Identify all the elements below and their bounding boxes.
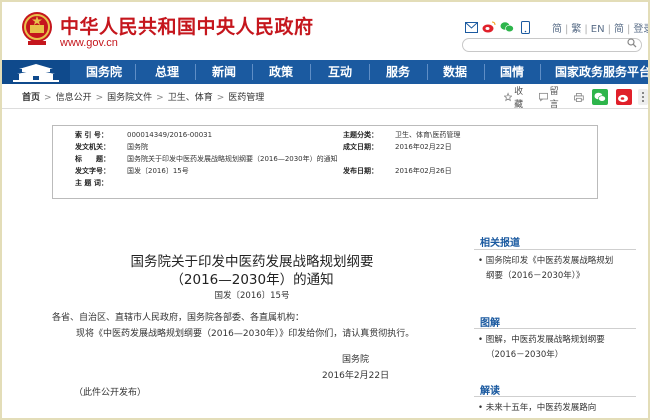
nav-item-state-council[interactable]: 国务院 bbox=[86, 60, 122, 84]
lang-english-link[interactable]: EN bbox=[591, 24, 605, 35]
nav-divider bbox=[427, 64, 428, 80]
info-publish-row: 发布日期： 2016年02月26日 bbox=[343, 167, 452, 175]
wechat-icon[interactable] bbox=[500, 21, 514, 34]
sidebar-graphic-title: 图解 bbox=[480, 318, 500, 329]
site-url: www.gov.cn bbox=[60, 37, 118, 49]
nav-item-gov-service-platform[interactable]: 国家政务服务平台 bbox=[555, 60, 648, 84]
search-icon[interactable] bbox=[627, 38, 637, 48]
sidebar-reading-title: 解读 bbox=[480, 386, 500, 397]
sidebar-graphic-link-line2[interactable]: （2016－2030年） bbox=[486, 348, 563, 360]
nav-item-news[interactable]: 新闻 bbox=[212, 60, 236, 84]
comment-icon[interactable] bbox=[538, 92, 548, 102]
wechat-share-icon[interactable] bbox=[591, 89, 608, 105]
nav-item-policy[interactable]: 政策 bbox=[269, 60, 293, 84]
info-index-row: 索 引 号： 000014349/2016-00031 bbox=[75, 131, 213, 139]
info-subject-row: 主 题 词： bbox=[75, 179, 108, 187]
weibo-icon[interactable] bbox=[482, 21, 496, 34]
article-body: 现将《中医药发展战略规划纲要（2016—2030年）》印发给你们，请认真贯彻执行… bbox=[76, 329, 415, 339]
more-share-icon[interactable] bbox=[637, 89, 648, 105]
national-emblem-icon[interactable] bbox=[20, 10, 54, 48]
sidebar-related-link[interactable]: • 国务院印发《中医药发展战略规划 bbox=[478, 254, 613, 266]
info-date-row: 成文日期： 2016年02月22日 bbox=[343, 143, 452, 151]
nav-item-premier[interactable]: 总理 bbox=[155, 60, 179, 84]
site-title[interactable]: 中华人民共和国中央人民政府 bbox=[60, 12, 314, 39]
nav-divider bbox=[369, 64, 370, 80]
nav-item-national-info[interactable]: 国情 bbox=[500, 60, 524, 84]
language-links: 简|繁|EN|简|登录 bbox=[552, 20, 648, 35]
top-icon-group bbox=[464, 20, 532, 34]
article-signature: 国务院 bbox=[342, 355, 370, 365]
breadcrumb: 首页 > 信息公开 > 国务院文件 > 卫生、体育 > 医药管理 bbox=[22, 93, 265, 103]
breadcrumb-info-public[interactable]: 信息公开 bbox=[56, 93, 92, 103]
favorite-link[interactable]: 收藏 bbox=[514, 84, 529, 110]
info-category-row: 主题分类： 卫生、体育\医药管理 bbox=[343, 131, 461, 139]
article-date: 2016年2月22日 bbox=[322, 371, 390, 381]
breadcrumb-bar: 首页 > 信息公开 > 国务院文件 > 卫生、体育 > 医药管理 收藏 留言 bbox=[2, 86, 648, 110]
site-header: 中华人民共和国中央人民政府 www.gov.cn 简|繁|EN|简|登录 bbox=[2, 2, 648, 60]
weibo-share-icon[interactable] bbox=[615, 89, 632, 105]
article-title-line1: 国务院关于印发中医药发展战略规划纲要 bbox=[130, 254, 374, 270]
sidebar-graphic-link[interactable]: • 图解，中医药发展战略规划纲要 bbox=[478, 333, 605, 345]
search-input[interactable] bbox=[462, 38, 642, 52]
document-info-table: 索 引 号： 000014349/2016-00031 主题分类： 卫生、体育\医药… bbox=[52, 125, 598, 199]
login-link[interactable]: 登录 bbox=[633, 24, 648, 35]
sidebar-related-title: 相关报道 bbox=[480, 238, 520, 249]
print-icon[interactable] bbox=[574, 92, 584, 103]
main-nav: 国务院 总理 新闻 政策 互动 服务 数据 国情 国家政务服务平台 bbox=[2, 60, 648, 84]
nav-home-button[interactable] bbox=[2, 60, 70, 84]
comment-link[interactable]: 留言 bbox=[550, 84, 565, 110]
nav-divider bbox=[252, 64, 253, 80]
article-note: （此件公开发布） bbox=[74, 388, 147, 398]
article-salutation: 各省、自治区、直辖市人民政府，国务院各部委、各直属机构： bbox=[52, 313, 305, 323]
nav-item-service[interactable]: 服务 bbox=[386, 60, 410, 84]
sidebar-related-link-line2[interactable]: 纲要（2016－2030年）》 bbox=[486, 269, 585, 281]
nav-item-interaction[interactable]: 互动 bbox=[328, 60, 352, 84]
mail-icon[interactable] bbox=[464, 21, 478, 34]
info-index-value: 000014349/2016-00031 bbox=[127, 131, 213, 139]
breadcrumb-health-sports[interactable]: 卫生、体育 bbox=[168, 93, 213, 103]
breadcrumb-home[interactable]: 首页 bbox=[22, 93, 40, 103]
sidebar-reading-link[interactable]: • 未来十五年，中医药发展路向 bbox=[478, 401, 596, 413]
share-tools: 收藏 留言 bbox=[504, 87, 648, 110]
info-date-value: 2016年02月22日 bbox=[395, 143, 452, 151]
nav-item-data[interactable]: 数据 bbox=[443, 60, 467, 84]
info-docno-row: 发文字号： 国发〔2016〕15号 bbox=[75, 167, 189, 175]
breadcrumb-state-council-docs[interactable]: 国务院文件 bbox=[107, 93, 152, 103]
article-title-line2: （2016—2030年）的通知 bbox=[170, 272, 334, 288]
nav-divider bbox=[484, 64, 485, 80]
star-icon[interactable] bbox=[504, 92, 513, 102]
info-title-value: 国务院关于印发中医药发展战略规划纲要（2016—2030年）的通知 bbox=[127, 155, 338, 163]
info-category-value: 卫生、体育\医药管理 bbox=[395, 131, 461, 139]
page-frame: 中华人民共和国中央人民政府 www.gov.cn 简|繁|EN|简|登录 bbox=[0, 0, 650, 420]
nav-divider bbox=[310, 64, 311, 80]
lang-simplified-link-2[interactable]: 简 bbox=[614, 24, 624, 35]
mobile-icon[interactable] bbox=[518, 20, 532, 34]
nav-divider bbox=[135, 64, 136, 80]
nav-divider bbox=[195, 64, 196, 80]
breadcrumb-medicine[interactable]: 医药管理 bbox=[228, 93, 264, 103]
info-issuer-row: 发文机关： 国务院 bbox=[75, 143, 148, 151]
nav-divider bbox=[540, 64, 541, 80]
lang-simplified-link[interactable]: 简 bbox=[552, 24, 562, 35]
info-publish-value: 2016年02月26日 bbox=[395, 167, 452, 175]
sidebar-divider bbox=[474, 396, 636, 397]
info-title-row: 标 题： 国务院关于印发中医药发展战略规划纲要（2016—2030年）的通知 bbox=[75, 155, 338, 163]
sidebar-divider bbox=[474, 249, 636, 250]
info-docno-value: 国发〔2016〕15号 bbox=[127, 167, 189, 175]
tiananmen-icon bbox=[13, 64, 59, 82]
lang-traditional-link[interactable]: 繁 bbox=[571, 24, 581, 35]
sidebar-divider bbox=[474, 328, 636, 329]
article-doc-number: 国发〔2016〕15号 bbox=[214, 291, 290, 301]
info-issuer-value: 国务院 bbox=[127, 143, 148, 151]
